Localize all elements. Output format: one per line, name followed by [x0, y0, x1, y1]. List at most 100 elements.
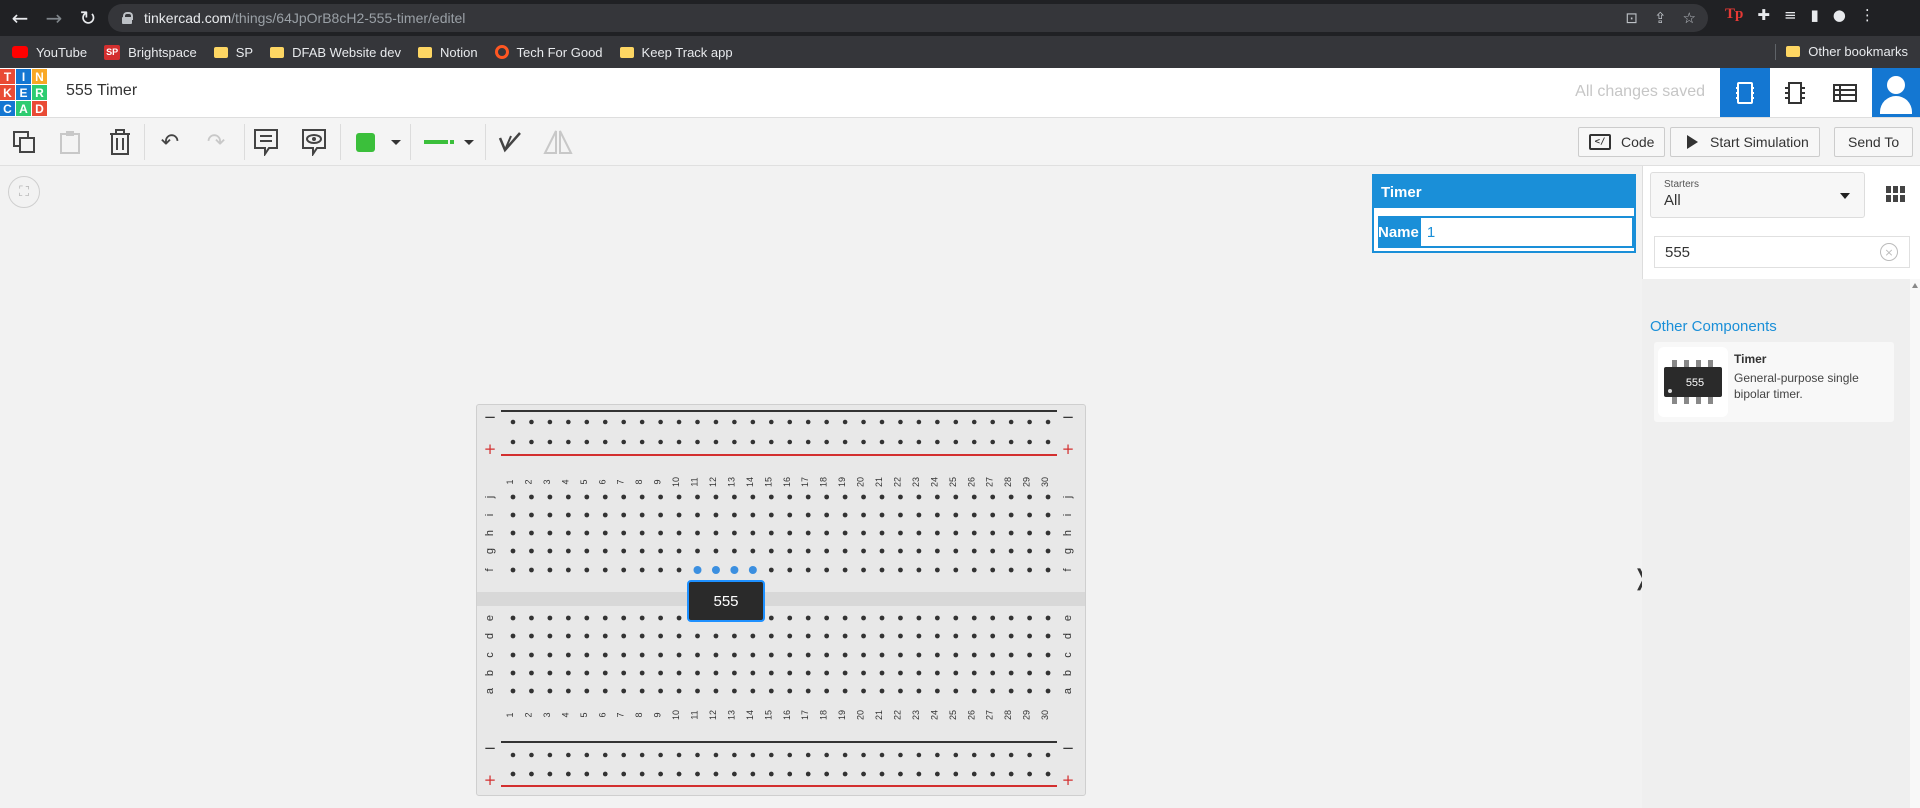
terminal-hole [842, 615, 848, 621]
share-icon[interactable]: ⇪ [1654, 9, 1667, 27]
rail-hole [676, 752, 682, 758]
name-input[interactable] [1418, 216, 1634, 248]
component-list-scrollbar[interactable] [1910, 279, 1920, 808]
column-number: 4 [560, 712, 570, 717]
forward-arrow-icon[interactable]: → [40, 4, 68, 32]
terminal-hole [916, 670, 922, 676]
grid-view-icon[interactable] [1886, 186, 1905, 202]
terminal-hole [695, 670, 700, 676]
bookmark-tech-for-good[interactable]: Tech For Good [494, 45, 603, 60]
copy-icon[interactable] [8, 126, 40, 158]
terminal-hole [768, 494, 774, 500]
side-panel-icon[interactable]: ▮ [1811, 6, 1819, 24]
flip-icon[interactable] [542, 126, 574, 158]
bookmark-notion[interactable]: Notion [417, 45, 478, 60]
tfg-icon [494, 45, 509, 59]
kebab-menu-icon[interactable]: ⋮ [1860, 6, 1875, 24]
caret-down-icon[interactable] [391, 140, 401, 145]
user-avatar[interactable] [1872, 68, 1920, 117]
circuit-view-button[interactable] [1720, 68, 1770, 117]
note-icon[interactable] [250, 126, 282, 158]
bookmark-dfab[interactable]: DFAB Website dev [270, 45, 401, 60]
bookmark-label: DFAB Website dev [292, 44, 401, 60]
send-to-button[interactable]: Send To [1834, 127, 1914, 157]
rail-hole [1045, 771, 1051, 777]
media-queue-icon[interactable]: ≡ [1784, 6, 1797, 24]
puzzle-extensions-icon[interactable]: ✚ [1757, 6, 1770, 24]
wire-tool-icon[interactable] [494, 126, 526, 158]
component-card-timer[interactable]: 555 Timer General-purpose single bipolar… [1654, 342, 1894, 422]
terminal-hole [934, 567, 940, 573]
rail-hole [824, 771, 829, 777]
caret-down-icon[interactable] [464, 140, 474, 145]
undo-icon[interactable]: ↶ [154, 126, 186, 158]
start-simulation-button[interactable]: Start Simulation [1670, 127, 1820, 157]
terminal-hole [565, 670, 571, 676]
terminal-hole [842, 652, 848, 658]
clear-search-icon[interactable]: × [1880, 243, 1898, 261]
terminal-hole [713, 548, 719, 554]
design-title[interactable]: 555 Timer [66, 82, 137, 100]
rail-hole [971, 439, 977, 445]
rail-hole [750, 771, 756, 777]
rail-hole [713, 771, 719, 777]
terminal-hole [1027, 567, 1032, 573]
tp-extension-icon[interactable]: Tp [1725, 6, 1743, 24]
star-icon[interactable]: ☆ [1683, 9, 1696, 27]
profile-icon[interactable]: ● [1833, 6, 1846, 24]
bookmark-sp[interactable]: SP [213, 44, 254, 60]
terminal-hole [990, 688, 996, 694]
row-letter: b [1062, 670, 1074, 676]
column-number: 16 [782, 477, 792, 487]
rail-hole [990, 439, 995, 445]
terminal-hole [805, 633, 811, 639]
terminal-hole [602, 530, 608, 536]
bookmark-label: SP [235, 44, 254, 60]
bookmark-brightspace[interactable]: SP Brightspace [104, 44, 197, 60]
rail-hole [566, 771, 571, 777]
terminal-hole [639, 567, 645, 573]
terminal-hole [639, 688, 645, 694]
code-button[interactable]: </ Code [1578, 127, 1666, 157]
terminal-hole [732, 652, 737, 658]
redo-icon[interactable]: ↷ [200, 126, 232, 158]
timer-555-chip[interactable]: 555 [687, 580, 765, 622]
code-label: Code [1621, 134, 1655, 150]
component-list-button[interactable] [1820, 68, 1870, 117]
fit-view-icon[interactable]: ⛶ [8, 176, 40, 208]
bookmark-keep-track[interactable]: Keep Track app [619, 45, 733, 60]
rail-hole [584, 419, 590, 425]
terminal-hole [953, 548, 959, 554]
wire-color-swatch[interactable] [356, 133, 375, 152]
terminal-hole [676, 567, 682, 573]
rail-hole [529, 419, 534, 425]
address-bar[interactable]: tinkercad.com/things/64JpOrB8cH2-555-tim… [108, 4, 1708, 32]
tinkercad-logo[interactable]: TIN KER CAD [0, 69, 47, 116]
rail-hole [953, 752, 959, 758]
rail-hole [510, 419, 516, 425]
rail-hole [602, 439, 608, 445]
rail-hole [695, 419, 700, 425]
terminal-hole [861, 494, 866, 500]
paste-icon[interactable] [54, 126, 86, 158]
terminal-hole [621, 615, 627, 621]
terminal-hole [898, 615, 903, 621]
rail-hole [621, 752, 626, 758]
starters-dropdown[interactable]: Starters All [1650, 172, 1865, 218]
terminal-hole [750, 512, 756, 518]
reload-icon[interactable]: ↻ [74, 4, 102, 32]
back-arrow-icon[interactable]: ← [6, 4, 34, 32]
bookmark-youtube[interactable]: YouTube [12, 45, 87, 60]
component-search-input[interactable] [1654, 236, 1910, 268]
other-bookmarks[interactable]: Other bookmarks [1786, 44, 1908, 59]
install-icon[interactable]: ⊡ [1625, 9, 1638, 27]
terminal-hole [824, 633, 830, 639]
trash-icon[interactable] [104, 126, 136, 158]
notes-visibility-icon[interactable] [298, 126, 330, 158]
rail-sign: + [484, 771, 497, 789]
terminal-hole [824, 670, 830, 676]
column-number: 8 [634, 479, 644, 484]
wire-type-swatch[interactable] [424, 140, 454, 144]
terminal-hole [879, 652, 885, 658]
schematic-view-button[interactable] [1770, 68, 1820, 117]
